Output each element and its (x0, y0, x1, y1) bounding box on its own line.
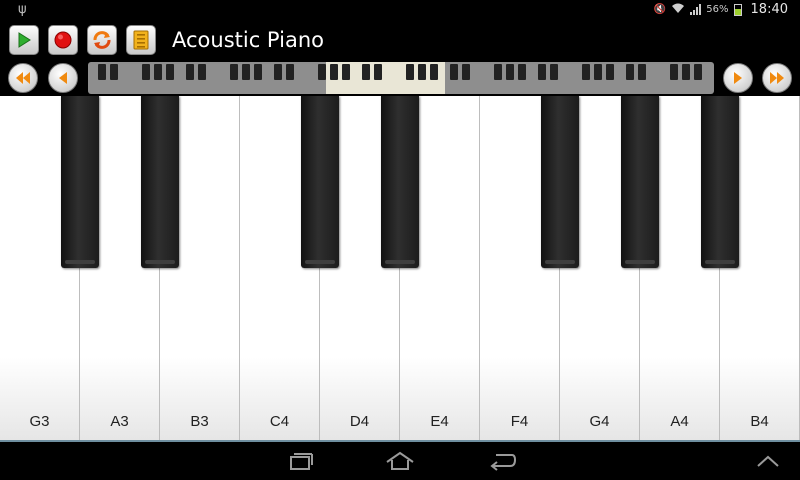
black-key-d4-sharp[interactable] (381, 96, 419, 268)
piano-keyboard: G3 A3 B3 C4 D4 E4 F4 G4 A4 B4 (0, 96, 800, 442)
overview-key-marker (198, 64, 206, 80)
back-arrow-icon (490, 454, 517, 471)
recent-apps-icon (290, 453, 313, 470)
list-icon (133, 30, 149, 50)
overview-key-marker (254, 64, 262, 80)
wifi-icon (671, 2, 685, 17)
status-bar: ψ 🔇 56% 18:40 (0, 0, 800, 20)
overview-key-marker (406, 64, 414, 80)
key-label: A3 (110, 413, 129, 430)
overview-key-marker (506, 64, 514, 80)
keyboard-hide-button[interactable] (750, 448, 786, 474)
usb-icon: ψ (18, 2, 27, 17)
song-list-button[interactable] (126, 25, 156, 55)
overview-key-marker (430, 64, 438, 80)
key-label: F4 (510, 413, 529, 430)
key-label: B4 (750, 413, 769, 430)
scroll-far-right-button[interactable] (762, 63, 792, 93)
recent-apps-button[interactable] (282, 448, 318, 474)
loop-icon (93, 31, 111, 49)
black-key-f4-sharp[interactable] (541, 96, 579, 268)
black-key-c4-sharp[interactable] (301, 96, 339, 268)
mute-icon: 🔇 (653, 4, 667, 15)
overview-key-marker (606, 64, 614, 80)
play-button[interactable] (9, 25, 39, 55)
chevron-up-icon (757, 455, 779, 467)
chevron-right-icon (734, 72, 742, 84)
home-button[interactable] (382, 448, 418, 474)
key-label: B3 (190, 413, 209, 430)
scroll-far-left-button[interactable] (8, 63, 38, 93)
overview-key-marker (166, 64, 174, 80)
black-key-a4-sharp[interactable] (701, 96, 739, 268)
battery-icon (733, 3, 742, 16)
signal-icon (690, 4, 702, 15)
toolbar: Acoustic Piano (0, 20, 800, 60)
overview-key-marker (342, 64, 350, 80)
overview-key-marker (418, 64, 426, 80)
overview-key-marker (670, 64, 678, 80)
battery-percent: 56% (706, 4, 729, 15)
overview-key-marker (98, 64, 106, 80)
overview-key-marker (594, 64, 602, 80)
overview-key-marker (242, 64, 250, 80)
overview-key-marker (318, 64, 326, 80)
key-label: G4 (589, 413, 610, 430)
overview-key-marker (494, 64, 502, 80)
record-icon (54, 31, 72, 49)
overview-key-marker (682, 64, 690, 80)
double-chevron-left-icon (16, 72, 30, 84)
chevron-left-icon (59, 72, 67, 84)
key-label: A4 (670, 413, 689, 430)
loop-button[interactable] (87, 25, 117, 55)
overview-key-marker (538, 64, 546, 80)
record-button[interactable] (48, 25, 78, 55)
black-key-g3-sharp[interactable] (61, 96, 99, 268)
overview-key-marker (362, 64, 370, 80)
overview-key-marker (142, 64, 150, 80)
overview-key-marker (582, 64, 590, 80)
key-label: D4 (349, 413, 370, 430)
keyboard-navigator (0, 60, 800, 96)
double-chevron-right-icon (770, 72, 784, 84)
keyboard-overview-strip[interactable] (88, 62, 714, 94)
overview-key-marker (638, 64, 646, 80)
back-button[interactable] (484, 448, 520, 474)
key-label: G3 (29, 413, 50, 430)
overview-key-marker (286, 64, 294, 80)
play-icon (18, 32, 31, 48)
clock: 18:40 (750, 2, 788, 17)
black-key-g4-sharp[interactable] (621, 96, 659, 268)
system-navigation-bar (0, 442, 800, 480)
overview-key-marker (626, 64, 634, 80)
overview-key-marker (450, 64, 458, 80)
overview-key-marker (694, 64, 702, 80)
scroll-right-button[interactable] (723, 63, 753, 93)
overview-key-marker (374, 64, 382, 80)
key-label: E4 (430, 413, 449, 430)
overview-key-marker (110, 64, 118, 80)
overview-key-marker (274, 64, 282, 80)
overview-key-marker (462, 64, 470, 80)
overview-key-marker (518, 64, 526, 80)
overview-key-marker (230, 64, 238, 80)
black-key-a3-sharp[interactable] (141, 96, 179, 268)
overview-key-marker (330, 64, 338, 80)
overview-key-marker (186, 64, 194, 80)
overview-key-marker (550, 64, 558, 80)
status-indicators: 🔇 56% 18:40 (654, 2, 788, 17)
scroll-left-button[interactable] (48, 63, 78, 93)
instrument-title: Acoustic Piano (172, 28, 324, 52)
key-label: C4 (269, 413, 290, 430)
home-icon (386, 451, 414, 470)
overview-key-marker (154, 64, 162, 80)
